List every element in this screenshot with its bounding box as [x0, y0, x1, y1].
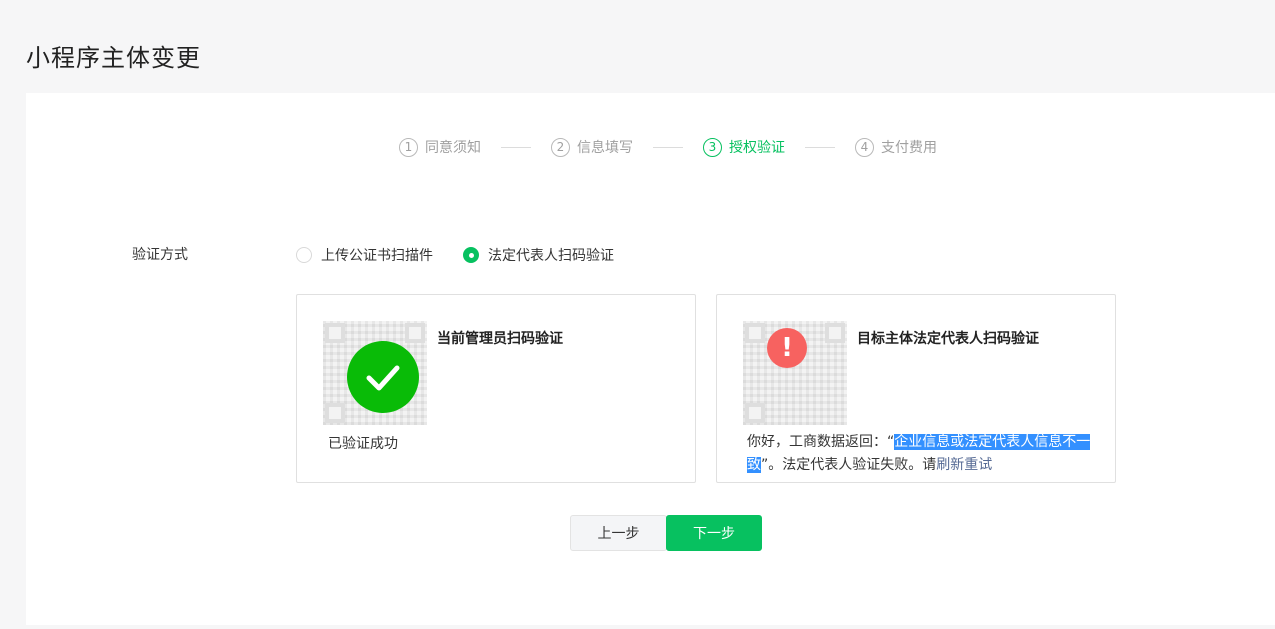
step-divider	[501, 146, 531, 148]
radio-circle[interactable]	[463, 247, 479, 263]
qr-code	[323, 321, 427, 425]
step-number: 2	[551, 137, 570, 157]
step-number: 3	[703, 137, 722, 157]
radio-label: 上传公证书扫描件	[321, 248, 433, 264]
admin-verify-card: 当前管理员扫码验证 已验证成功	[296, 294, 696, 483]
card-title: 当前管理员扫码验证	[437, 331, 563, 347]
step-3: 3 授权验证	[703, 137, 785, 157]
legal-verify-card: ! 目标主体法定代表人扫码验证 你好，工商数据返回：“企业信息或法定代表人信息不…	[716, 294, 1116, 483]
message-prefix: 你好，工商数据返回：“	[747, 434, 895, 450]
step-divider	[805, 146, 835, 148]
verify-error-message: 你好，工商数据返回：“企业信息或法定代表人信息不一致”。法定代表人验证失败。请刷…	[747, 431, 1097, 477]
step-1: 1 同意须知	[399, 137, 481, 157]
radio-circle[interactable]	[296, 247, 312, 263]
card-title: 目标主体法定代表人扫码验证	[857, 331, 1039, 347]
verify-method-label: 验证方式	[132, 247, 188, 263]
radio-notary-upload[interactable]: 上传公证书扫描件	[296, 245, 433, 265]
radio-legal-scan[interactable]: 法定代表人扫码验证	[463, 245, 614, 265]
message-middle: ”。法定代表人验证失败。请	[761, 457, 937, 473]
warning-icon: !	[767, 328, 807, 368]
qr-code: !	[743, 321, 847, 425]
step-divider	[653, 146, 683, 148]
step-indicator: 1 同意须知 2 信息填写 3 授权验证 4 支付费用	[399, 135, 937, 159]
step-label: 同意须知	[425, 140, 481, 156]
step-2: 2 信息填写	[551, 137, 633, 157]
step-label: 授权验证	[729, 140, 785, 156]
verify-status: 已验证成功	[328, 436, 398, 452]
radio-label: 法定代表人扫码验证	[488, 248, 614, 264]
verify-method-group: 上传公证书扫描件 法定代表人扫码验证	[296, 245, 644, 265]
step-label: 支付费用	[881, 140, 937, 156]
page-title: 小程序主体变更	[26, 44, 201, 72]
prev-step-button[interactable]: 上一步	[570, 515, 667, 551]
checkmark-icon	[347, 341, 419, 413]
refresh-retry-link[interactable]: 刷新重试	[936, 457, 992, 473]
step-label: 信息填写	[577, 140, 633, 156]
next-step-button[interactable]: 下一步	[666, 515, 762, 551]
main-panel: 1 同意须知 2 信息填写 3 授权验证 4 支付费用 验证方式 上传公证书扫描…	[26, 93, 1275, 625]
step-number: 4	[855, 137, 874, 157]
step-4: 4 支付费用	[855, 137, 937, 157]
step-number: 1	[399, 137, 418, 157]
